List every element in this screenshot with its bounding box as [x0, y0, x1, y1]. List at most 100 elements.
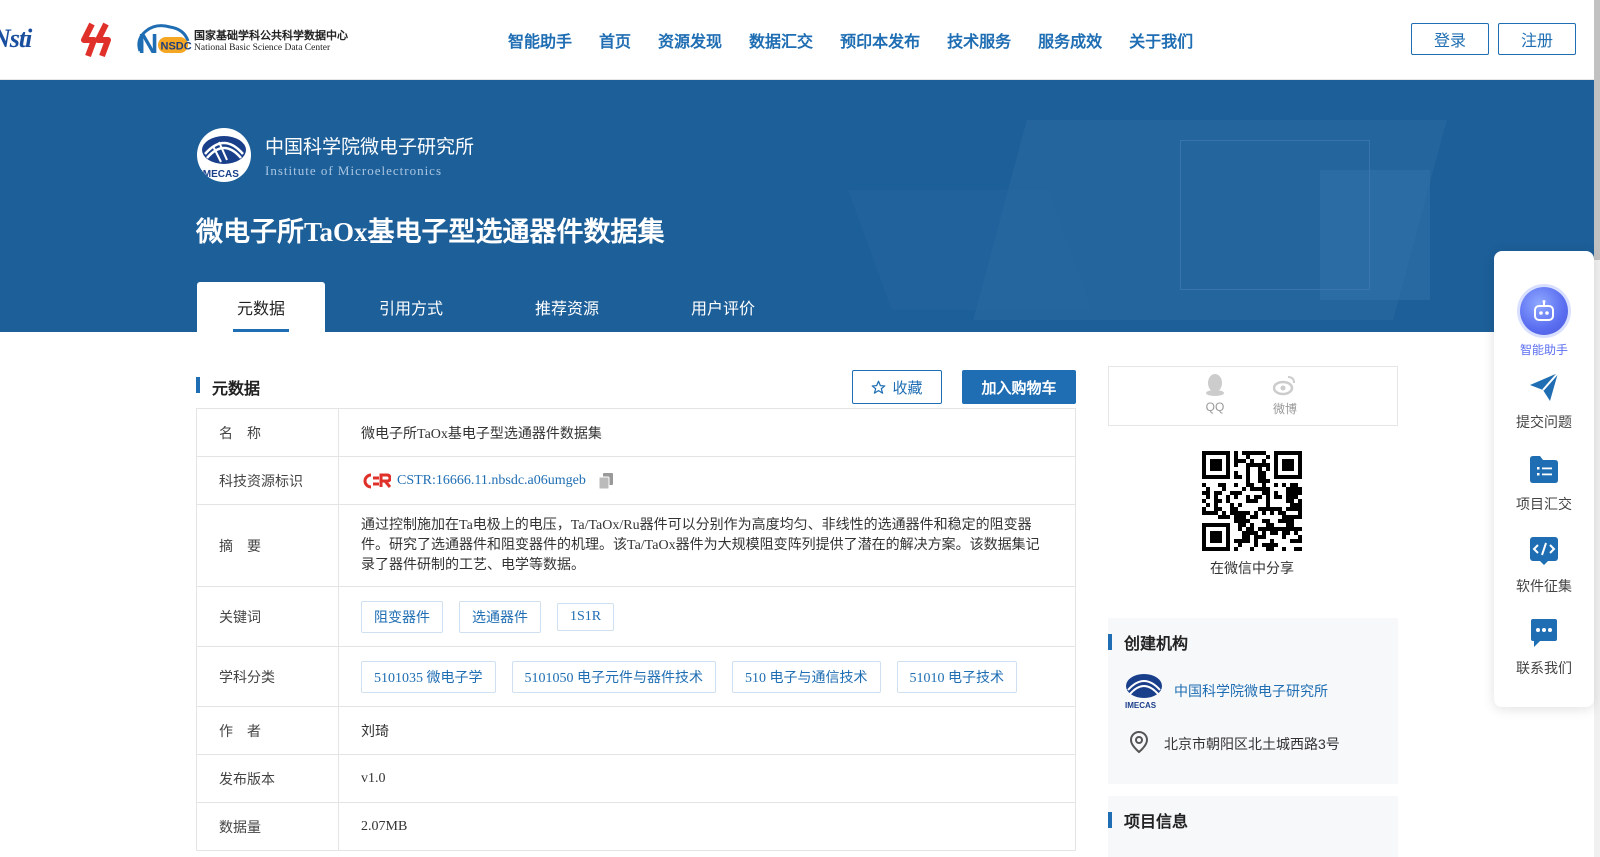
float-submit-label: 提交问题	[1516, 414, 1572, 430]
cstr-label: 科技资源标识	[197, 457, 339, 504]
project-info-title: 项目信息	[1124, 814, 1189, 831]
version-value: v1.0	[361, 770, 386, 786]
main-nav: 智能助手 首页 资源发现 数据汇交 预印本发布 技术服务 服务成效 关于我们	[508, 28, 1220, 52]
name-value: 微电子所TaOx基电子型选通器件数据集	[361, 426, 602, 442]
qq-icon	[1206, 374, 1224, 396]
tab-reviews[interactable]: 用户评价	[637, 282, 809, 332]
imecas-logo-text: IMECAS	[200, 169, 239, 180]
favorite-label: 收藏	[892, 379, 923, 397]
login-button[interactable]: 登录	[1411, 23, 1489, 55]
keyword-tag[interactable]: 选通器件	[459, 600, 541, 633]
add-to-cart-button[interactable]: 加入购物车	[962, 370, 1076, 404]
nsdc-badge-icon: N NSDC	[137, 24, 192, 59]
qr-caption: 在微信中分享	[1210, 560, 1294, 576]
table-row: 科技资源标识 CSTR:16666.11.nbsdc.a06umgeb	[197, 457, 1075, 505]
robot-icon	[1520, 287, 1568, 335]
keyword-tag[interactable]: 阻变器件	[361, 600, 443, 633]
author-value: 刘琦	[361, 724, 389, 740]
nav-preprint[interactable]: 预印本发布	[840, 28, 920, 52]
nav-resource-discovery[interactable]: 资源发现	[658, 28, 722, 52]
float-contact-label: 联系我们	[1516, 660, 1572, 676]
abstract-label: 摘 要	[197, 505, 339, 586]
table-row: 摘 要 通过控制施加在Ta电极上的电压，Ta/TaOx/Ru器件可以分别作为高度…	[197, 505, 1075, 587]
float-ai-assistant[interactable]: 智能助手	[1494, 287, 1594, 358]
org-logo-icon: IMECAS	[1125, 674, 1162, 710]
register-button[interactable]: 注册	[1498, 23, 1576, 55]
imecas-logo: IMECAS	[197, 128, 251, 182]
float-submit-question[interactable]: 提交问题	[1494, 371, 1594, 432]
weibo-icon	[1272, 376, 1295, 396]
creator-org-name[interactable]: 中国科学院微电子研究所	[1174, 681, 1328, 701]
size-value: 2.07MB	[361, 818, 408, 834]
share-qq-label: QQ	[1205, 400, 1225, 414]
metadata-section-header: 元数据 收藏 加入购物车	[196, 370, 1076, 404]
table-row: 发布版本 v1.0	[197, 755, 1075, 803]
nav-service-results[interactable]: 服务成效	[1038, 28, 1102, 52]
share-weibo-button[interactable]: 微博	[1265, 373, 1305, 417]
version-label: 发布版本	[197, 755, 339, 802]
code-icon	[1530, 537, 1558, 565]
float-software-call[interactable]: 软件征集	[1494, 535, 1594, 596]
subject-tag[interactable]: 510 电子与通信技术	[732, 660, 881, 693]
paper-plane-icon	[1530, 372, 1559, 401]
cstr-link[interactable]: CSTR:16666.11.nbsdc.a06umgeb	[397, 473, 586, 489]
star-icon	[872, 380, 886, 394]
chat-icon	[1531, 619, 1557, 647]
size-label: 数据量	[197, 803, 339, 850]
subject-tag[interactable]: 51010 电子技术	[896, 660, 1017, 693]
nsdc-name-cn: 国家基础学科公共科学数据中心	[194, 30, 348, 42]
scrollbar-track[interactable]	[1594, 0, 1600, 857]
share-qq-button[interactable]: QQ	[1195, 373, 1235, 414]
float-ai-label: 智能助手	[1519, 343, 1568, 357]
location-icon	[1129, 730, 1149, 754]
creator-org-address: 北京市朝阳区北土城西路3号	[1164, 736, 1340, 752]
share-weibo-label: 微博	[1272, 402, 1297, 416]
tab-metadata[interactable]: 元数据	[197, 282, 325, 332]
s-logo-icon[interactable]	[80, 22, 120, 58]
float-software-label: 软件征集	[1516, 578, 1572, 594]
floating-toolbar: 智能助手 提交问题 项目汇交 软件征集 联系我们	[1494, 251, 1594, 707]
subject-label: 学科分类	[197, 647, 339, 706]
float-contact-us[interactable]: 联系我们	[1494, 617, 1594, 678]
tab-citation[interactable]: 引用方式	[325, 282, 497, 332]
top-navbar: Nsti N NSDC 国家基础学科公共科学数据中心 National Basi…	[0, 0, 1600, 80]
nav-about[interactable]: 关于我们	[1129, 28, 1193, 52]
imecas-logo-icon: IMECAS	[200, 136, 246, 180]
dataset-tabs: 元数据 引用方式 推荐资源 用户评价	[197, 282, 809, 332]
copy-icon[interactable]	[598, 472, 614, 490]
table-row: 名 称 微电子所TaOx基电子型选通器件数据集	[197, 409, 1075, 457]
cstr-logo-icon	[363, 473, 391, 488]
nsdc-name-en: National Basic Science Data Center	[194, 43, 331, 53]
institution-header: IMECAS 中国科学院微电子研究所 Institute of Microele…	[197, 128, 474, 182]
nav-data-submission[interactable]: 数据汇交	[749, 28, 813, 52]
subject-tag[interactable]: 5101050 电子元件与器件技术	[511, 660, 716, 693]
table-row: 关键词 阻变器件 选通器件 1S1R	[197, 587, 1075, 647]
keywords-label: 关键词	[197, 587, 339, 646]
dataset-title: 微电子所TaOx基电子型选通器件数据集	[196, 217, 665, 247]
svg-text:N: N	[138, 28, 158, 59]
folder-list-icon	[1530, 456, 1558, 483]
float-project-submission[interactable]: 项目汇交	[1494, 453, 1594, 514]
scrollbar-thumb[interactable]	[1594, 0, 1600, 260]
nav-ai-assistant[interactable]: 智能助手	[508, 28, 572, 52]
table-row: 数据量 2.07MB	[197, 803, 1075, 851]
project-info-box: 项目信息	[1108, 796, 1398, 857]
author-label: 作 者	[197, 707, 339, 754]
creator-org-box: 创建机构 IMECAS 中国科学院微电子研究所 北京市朝阳区北土城西路3号	[1108, 618, 1398, 784]
nsti-logo[interactable]: Nsti	[0, 24, 66, 56]
section-title: 元数据	[212, 381, 261, 398]
table-row: 作 者 刘琦	[197, 707, 1075, 755]
subject-tag[interactable]: 5101035 微电子学	[361, 660, 496, 693]
tab-recommended[interactable]: 推荐资源	[497, 282, 637, 332]
nav-tech-service[interactable]: 技术服务	[947, 28, 1011, 52]
nav-home[interactable]: 首页	[599, 28, 631, 52]
favorite-button[interactable]: 收藏	[852, 370, 942, 404]
institution-name-en: Institute of Microelectronics	[265, 162, 443, 178]
creator-org-title: 创建机构	[1124, 636, 1189, 653]
share-box: QQ 微博	[1108, 366, 1398, 426]
nsdc-logo[interactable]: N NSDC 国家基础学科公共科学数据中心 National Basic Sci…	[134, 21, 348, 59]
float-projects-label: 项目汇交	[1516, 496, 1572, 512]
abstract-value: 通过控制施加在Ta电极上的电压，Ta/TaOx/Ru器件可以分别作为高度均匀、非…	[361, 517, 1040, 573]
institution-name-cn[interactable]: 中国科学院微电子研究所	[265, 132, 474, 159]
keyword-tag[interactable]: 1S1R	[557, 602, 615, 631]
